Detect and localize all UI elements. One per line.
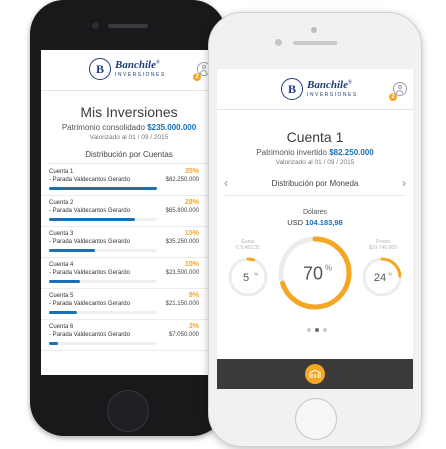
account-percent: 15%	[184, 230, 199, 237]
pesos-percent-symbol: %	[388, 271, 393, 277]
detail-screen: B Banchile® INVERSIONES 2 Cuenta 1 Patri…	[217, 69, 413, 389]
notification-badge[interactable]: 2	[193, 73, 201, 81]
account-row[interactable]: Cuenta 1 - Parada Valdecantos Gerardo 35% $…	[41, 166, 217, 196]
account-amount: $23.500.000	[165, 270, 199, 276]
brand-name: Banchile®	[307, 79, 352, 91]
account-row[interactable]: Cuenta 5 - Parada Valdecantos Gerardo 9% $2…	[41, 290, 217, 320]
banchile-logo[interactable]: B Banchile® INVERSIONES	[281, 78, 358, 100]
account-bar-track	[49, 311, 157, 314]
account-owner: - Parada Valdecantos Gerardo	[49, 208, 130, 214]
page-title: Mis Inversiones	[80, 104, 178, 120]
account-name: Cuenta 5	[49, 293, 74, 299]
home-button[interactable]	[295, 398, 337, 440]
account-title: Cuenta 1	[286, 129, 344, 145]
account-owner: - Parada Valdecantos Gerardo	[49, 270, 130, 276]
dolares-percent-symbol: %	[325, 263, 332, 272]
account-percent: 9%	[188, 292, 199, 299]
account-percent: 28%	[184, 199, 199, 206]
dolares-percent: 70	[303, 263, 323, 283]
app-header: B Banchile® INVERSIONES 2	[41, 50, 217, 91]
brand-sub: INVERSIONES	[307, 92, 358, 98]
account-bar-track	[49, 249, 157, 252]
phone-white: B Banchile® INVERSIONES 2 Cuenta 1 Patri…	[208, 12, 422, 447]
account-percent: 35%	[184, 168, 199, 175]
earpiece-speaker	[108, 24, 148, 28]
account-row[interactable]: Cuenta 6 - Parada Valdecantos Gerardo 3% $7…	[41, 321, 217, 351]
account-amount: $7.050.000	[168, 332, 199, 338]
brand-sub: INVERSIONES	[115, 72, 166, 78]
account-row[interactable]: Cuenta 4 - Parada Valdecantos Gerardo 10% $…	[41, 259, 217, 289]
app-header: B Banchile® INVERSIONES 2	[217, 69, 413, 110]
brand-name: Banchile®	[115, 59, 160, 71]
banchile-seal-icon: B	[281, 78, 303, 100]
account-row[interactable]: Cuenta 3 - Parada Valdecantos Gerardo 15% $…	[41, 228, 217, 258]
patrimonio-amount: $235.000.000	[147, 123, 197, 132]
user-icon	[201, 65, 206, 69]
front-camera	[92, 22, 99, 29]
account-owner: - Parada Valdecantos Gerardo	[49, 239, 130, 245]
account-owner: - Parada Valdecantos Gerardo	[49, 301, 130, 307]
pager-dot[interactable]	[323, 328, 327, 332]
next-arrow-icon[interactable]: ›	[402, 177, 406, 189]
account-bar-track	[49, 187, 157, 190]
euros-percent: 5	[243, 272, 249, 284]
account-amount: $21.150.000	[165, 301, 199, 307]
account-name: Cuenta 6	[49, 324, 74, 330]
account-amount: $35.250.000	[165, 239, 199, 245]
menu-button[interactable]	[305, 364, 325, 384]
pesos-percent: 24	[374, 272, 386, 284]
user-icon	[397, 85, 402, 89]
account-bar	[49, 280, 80, 283]
top-sensor	[311, 27, 317, 33]
front-camera	[275, 39, 282, 46]
banchile-logo[interactable]: B Banchile® INVERSIONES	[89, 58, 166, 80]
account-name: Cuenta 2	[49, 200, 74, 206]
phone-black: B Banchile® INVERSIONES 2 Mis Inversione…	[30, 0, 226, 436]
currency-donuts[interactable]: 5% 70 %24%	[217, 231, 413, 331]
section-title: Distribución por Moneda	[271, 179, 359, 188]
account-bar	[49, 311, 77, 314]
account-row[interactable]: Cuenta 2 - Parada Valdecantos Gerardo 28% $…	[41, 197, 217, 227]
account-bar	[49, 218, 136, 221]
page-indicator[interactable]	[307, 328, 327, 332]
account-bar-track	[49, 280, 157, 283]
overview-screen: B Banchile® INVERSIONES 2 Mis Inversione…	[41, 50, 217, 375]
currency-main-label: Dólares	[302, 209, 328, 216]
account-owner: - Parada Valdecantos Gerardo	[49, 177, 130, 183]
patrimonio-consolidado: Patrimonio consolidado $235.000.000	[61, 123, 197, 132]
account-amount: $65.800.000	[165, 208, 199, 214]
earpiece-speaker	[293, 41, 337, 45]
menu-icon	[309, 369, 321, 378]
account-name: Cuenta 3	[49, 231, 74, 237]
bottom-bar	[217, 359, 413, 389]
account-bar	[49, 187, 157, 190]
pager-dot[interactable]	[315, 328, 319, 332]
account-bar	[49, 249, 96, 252]
section-title: Distribución por Cuentas	[85, 150, 173, 159]
account-bar-track	[49, 218, 157, 221]
banchile-seal-icon: B	[89, 58, 111, 80]
valorizado-date: Valorizado al 01 / 09 / 2015	[89, 134, 169, 141]
pager-dot[interactable]	[307, 328, 311, 332]
euros-percent-symbol: %	[254, 271, 259, 277]
home-button[interactable]	[107, 390, 149, 432]
account-owner: - Parada Valdecantos Gerardo	[49, 332, 130, 338]
account-bar	[49, 342, 59, 345]
account-bar-track	[49, 342, 157, 345]
account-percent: 10%	[184, 261, 199, 268]
account-name: Cuenta 4	[49, 262, 74, 268]
notification-badge[interactable]: 2	[389, 93, 397, 101]
divider	[225, 195, 405, 196]
account-amount: $82.250.000	[165, 177, 199, 183]
valorizado-date: Valorizado al 01 / 09 / 2015	[275, 159, 355, 166]
account-name: Cuenta 1	[49, 169, 74, 175]
divider	[49, 163, 209, 164]
patrimonio-amount: $82.250.000	[329, 148, 374, 157]
currency-main-amount: USD 104.183,98	[287, 218, 343, 227]
patrimonio-invertido: Patrimonio invertido $82.250.000	[256, 148, 374, 157]
account-percent: 3%	[188, 323, 199, 330]
